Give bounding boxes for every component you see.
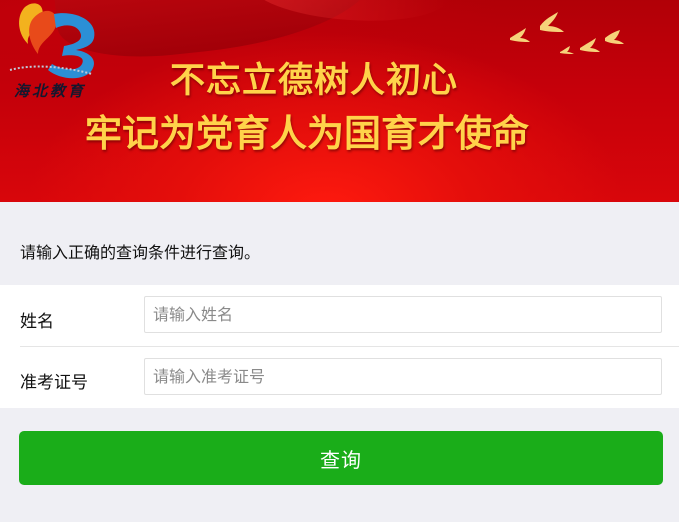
name-input[interactable] — [144, 296, 662, 333]
exam-id-input[interactable] — [144, 358, 662, 395]
header-banner: 海北教育 不忘立德树人初心 牢记为党育人为国育才使命 — [0, 0, 679, 202]
exam-id-label: 准考证号 — [20, 373, 88, 393]
slogan-line-2: 牢记为党育人为国育才使命 — [85, 111, 529, 155]
query-form: 姓名 准考证号 — [0, 285, 679, 408]
logo-text: 海北教育 — [14, 82, 87, 100]
name-label: 姓名 — [20, 312, 54, 332]
query-hint: 请输入正确的查询条件进行查询。 — [20, 243, 261, 262]
slogan-line-1: 不忘立德树人初心 — [170, 60, 459, 101]
query-button[interactable]: 查询 — [19, 431, 663, 485]
name-row: 姓名 — [0, 285, 679, 346]
exam-id-row: 准考证号 — [0, 347, 679, 408]
